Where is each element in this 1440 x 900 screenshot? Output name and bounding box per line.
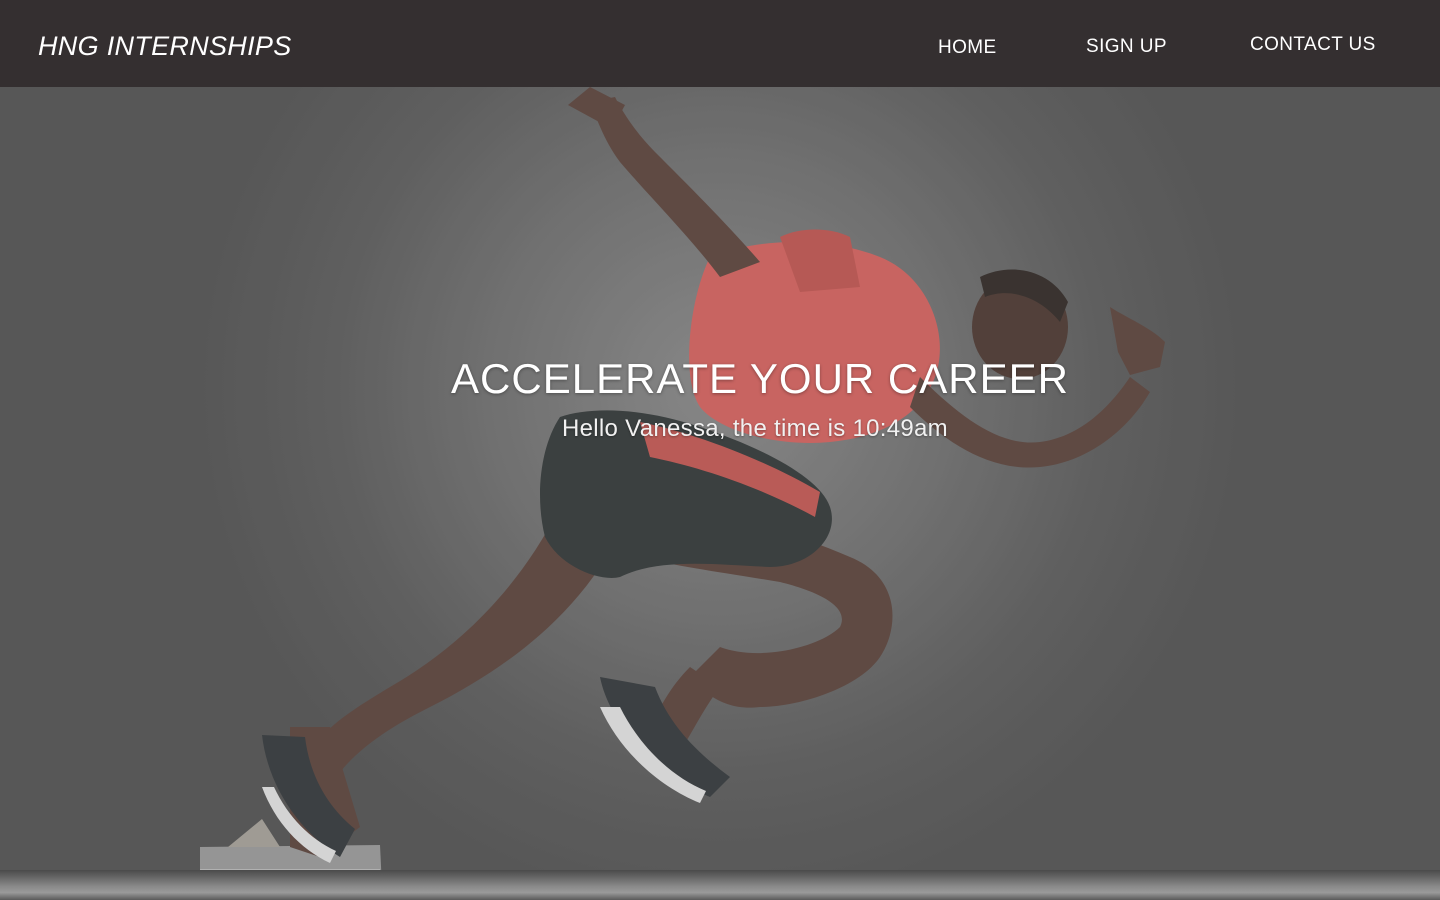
hero-overlay — [0, 87, 1440, 900]
hero-greeting: Hello Vanessa, the time is 10:49am — [562, 415, 948, 442]
hero-section: ACCELERATE YOUR CAREER Hello Vanessa, th… — [0, 87, 1440, 900]
brand-logo-link[interactable]: HNG INTERNSHIPS — [38, 31, 292, 62]
nav-home-link[interactable]: HOME — [938, 37, 997, 59]
nav-sign-up-link[interactable]: SIGN UP — [1086, 36, 1167, 58]
nav-contact-us-link[interactable]: CONTACT US — [1250, 34, 1376, 56]
track-floor — [0, 870, 1440, 900]
top-navbar: HNG INTERNSHIPS HOME SIGN UP CONTACT US — [0, 0, 1440, 87]
hero-title: ACCELERATE YOUR CAREER — [451, 355, 1069, 402]
page: HNG INTERNSHIPS HOME SIGN UP CONTACT US — [0, 0, 1440, 900]
